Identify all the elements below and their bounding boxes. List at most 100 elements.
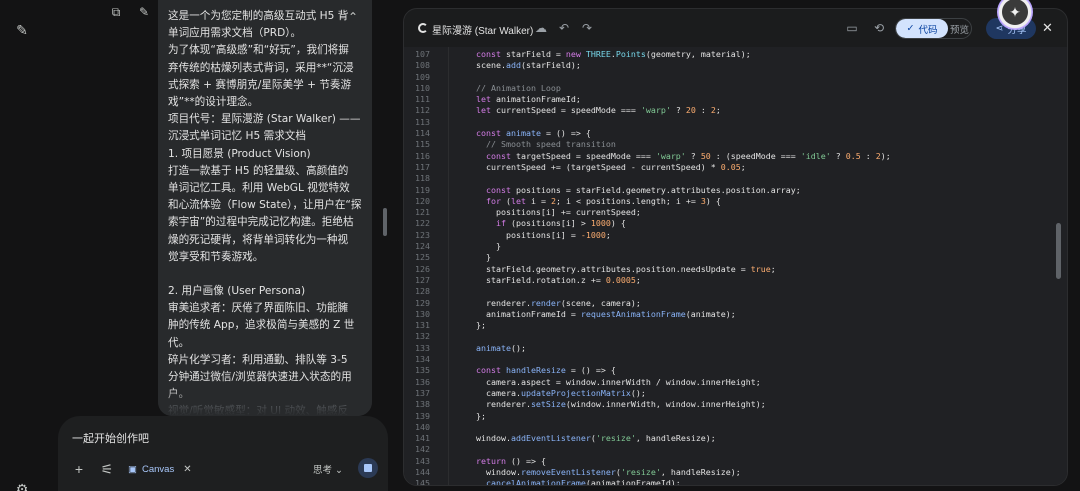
line-number: 114 [415, 128, 430, 139]
message-line: 弃传统的枯燥列表式背词，采用**“沉浸 [168, 61, 354, 74]
redo-icon[interactable]: ↷ [580, 21, 594, 35]
code-line: 142 [404, 444, 1067, 455]
code-text: let animationFrameId; [476, 94, 581, 105]
code-text: let currentSpeed = speedMode === 'warp' … [476, 105, 721, 116]
message-text: 这是一个为您定制的高级互动式 H5 背单词应用需求文档（PRD）。为了体现“高级… [168, 8, 362, 416]
tab-code-label: 代码 [918, 24, 938, 36]
line-number: 109 [415, 71, 430, 82]
code-line: 145 cancelAnimationFrame(animationFrameI… [404, 478, 1067, 486]
settings-icon[interactable]: ⚙ [14, 481, 30, 491]
line-number: 133 [415, 342, 430, 353]
chat-scrollbar[interactable] [383, 208, 387, 236]
loading-spinner-icon [418, 23, 428, 33]
code-line: 137 camera.updateProjectionMatrix(); [404, 388, 1067, 399]
line-number: 132 [415, 331, 430, 342]
tab-preview-label: 预览 [949, 24, 969, 36]
message-line: 项目代号：星际漫游 (Star Walker) —— [168, 113, 361, 126]
message-line: 觉享受和节奏游戏。 [168, 250, 264, 263]
check-icon: ✓ [906, 23, 915, 34]
line-number: 116 [415, 150, 430, 161]
undo-icon[interactable]: ↶ [557, 21, 571, 35]
line-number: 142 [415, 444, 430, 455]
message-line: 1. 项目愿景 (Product Vision) [168, 147, 311, 160]
code-text: currentSpeed += (targetSpeed - currentSp… [466, 161, 746, 172]
tools-icon[interactable]: ⚟ [98, 460, 116, 478]
code-text: } [466, 241, 501, 252]
code-area[interactable]: 107 const starField = new THREE.Points(g… [404, 47, 1067, 486]
history-icon[interactable]: ⟲ [872, 21, 886, 35]
code-text: } [466, 252, 491, 263]
app-window: ✎ ⚙ ⧉ ✎ ⌃ 这是一个为您定制的高级互动式 H5 背单词应用需求文档（PR… [0, 0, 1080, 491]
code-line: 138 renderer.setSize(window.innerWidth, … [404, 399, 1067, 410]
message-line: 这是一个为您定制的高级互动式 H5 背 [168, 10, 349, 22]
line-number: 138 [415, 399, 430, 410]
tab-code[interactable]: ✓ 代码 [896, 19, 948, 38]
edit-icon[interactable]: ✎ [136, 4, 152, 20]
code-text: starField.rotation.z += 0.0005; [466, 274, 641, 285]
message-line: 索宇宙”的过程中完成记忆构建。拒绝枯 [168, 216, 354, 229]
think-mode-select[interactable]: 思考 ⌄ [313, 462, 343, 476]
line-number: 121 [415, 207, 430, 218]
line-number: 136 [415, 376, 430, 387]
message-line: 审美追求者：厌倦了界面陈旧、功能臃 [168, 302, 349, 315]
message-line: 为了体现“高级感”和“好玩”，我们将摒 [168, 44, 349, 57]
code-text: }; [466, 320, 486, 331]
send-button[interactable] [358, 458, 378, 478]
chevron-up-icon[interactable]: ⌃ [348, 10, 358, 24]
document-title: 星际漫游 (Star Walker) [432, 26, 534, 37]
code-line: 139 }; [404, 411, 1067, 422]
line-number: 143 [415, 455, 430, 466]
edit-icon[interactable]: ✎ [14, 22, 30, 38]
code-line: 131 }; [404, 320, 1067, 331]
code-text: for (let i = 2; i < positions.length; i … [485, 195, 721, 206]
code-text: renderer.render(scene, camera); [466, 297, 641, 308]
terminal-icon[interactable]: ▭ [845, 21, 859, 35]
code-line: 134 [404, 354, 1067, 365]
fade-overlay [158, 386, 372, 416]
close-icon[interactable]: ✕ [1042, 20, 1053, 36]
message-line: 式探索 + 赛博朋克/星际美学 + 节奏游 [168, 78, 352, 91]
code-line: 116 const targetSpeed = speedMode === 'w… [404, 151, 1067, 162]
code-line: 121 positions[i] += currentSpeed; [404, 207, 1067, 218]
code-text: }; [466, 410, 486, 421]
line-number: 108 [415, 60, 430, 71]
line-number: 111 [415, 94, 430, 105]
code-text: // Animation Loop [476, 82, 561, 93]
copy-icon[interactable]: ⧉ [108, 4, 124, 20]
message-line: 燥的死记硬背，将背单词转化为一种视 [168, 233, 349, 246]
close-icon[interactable]: ✕ [183, 464, 191, 475]
code-line: 123 positions[i] = -1000; [404, 230, 1067, 241]
code-line: 129 renderer.render(scene, camera); [404, 298, 1067, 309]
code-line: 144 window.removeEventListener('resize',… [404, 467, 1067, 478]
composer-tools: + ⚟ ▣ Canvas ✕ [70, 460, 192, 478]
message-actions: ⧉ ✎ [108, 4, 152, 20]
code-line: 136 camera.aspect = window.innerWidth / … [404, 377, 1067, 388]
code-line: 122 if (positions[i] > 1000) { [404, 218, 1067, 229]
line-number: 140 [415, 421, 430, 432]
prompt-input[interactable]: 一起开始创作吧 [72, 430, 149, 446]
code-line: 124 } [404, 241, 1067, 252]
code-text: camera.aspect = window.innerWidth / wind… [466, 376, 761, 387]
code-text: const animate = () => { [476, 128, 591, 139]
editor-scrollbar[interactable] [1056, 223, 1061, 279]
tab-preview[interactable]: 预览 [948, 19, 971, 38]
canvas-chip[interactable]: ▣ Canvas ✕ [128, 464, 192, 475]
add-icon[interactable]: + [70, 460, 88, 478]
user-message-bubble: ⌃ 这是一个为您定制的高级互动式 H5 背单词应用需求文档（PRD）。为了体现“… [158, 0, 372, 416]
line-number: 125 [415, 252, 430, 263]
code-line: 133 animate(); [404, 343, 1067, 354]
line-number: 126 [415, 263, 430, 274]
cloud-icon[interactable]: ☁ [534, 21, 548, 35]
line-number: 134 [415, 354, 430, 365]
message-line: 2. 用户画像 (User Persona) [168, 285, 306, 298]
code-text: cancelAnimationFrame(animationFrameId); [485, 478, 681, 486]
line-number: 128 [415, 286, 430, 297]
message-line: 单词应用需求文档（PRD）。 [168, 27, 302, 40]
line-number: 119 [415, 184, 430, 195]
code-line: 113 [404, 117, 1067, 128]
message-line: 碎片化学习者：利用通勤、排队等 3-5 [168, 353, 348, 366]
message-line: 戏”**的设计理念。 [168, 96, 259, 109]
line-number: 107 [415, 49, 430, 59]
code-line: 117 currentSpeed += (targetSpeed - curre… [404, 162, 1067, 173]
stop-icon [364, 464, 372, 472]
